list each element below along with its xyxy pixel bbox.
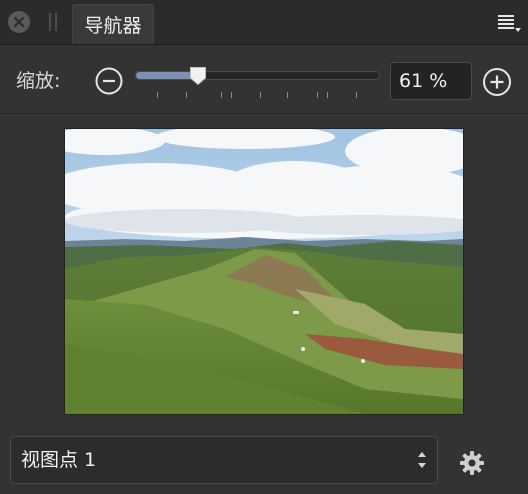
zoom-slider-thumb[interactable]	[189, 66, 207, 86]
slider-tick	[317, 92, 318, 98]
navigator-panel: 导航器 缩放: 61 % 视图点 1	[0, 0, 528, 494]
slider-tick	[287, 92, 288, 98]
zoom-in-icon	[483, 68, 511, 96]
zoom-value-field[interactable]: 61 %	[390, 62, 472, 100]
panel-title-bar: 导航器	[0, 0, 528, 45]
up-down-arrows-icon	[418, 452, 426, 468]
viewpoint-settings-button[interactable]	[459, 450, 485, 476]
tab-navigator[interactable]: 导航器	[72, 4, 154, 44]
zoom-out-button[interactable]	[95, 67, 123, 95]
slider-tick	[260, 92, 261, 98]
slider-tick	[327, 92, 328, 98]
document-thumbnail[interactable]	[65, 129, 463, 414]
menu-icon	[498, 15, 521, 32]
panel-menu-button[interactable]	[498, 12, 522, 34]
slider-tick	[157, 92, 158, 98]
zoom-label: 缩放:	[16, 70, 61, 92]
grip-icon[interactable]	[49, 13, 57, 31]
close-icon	[13, 16, 25, 28]
viewpoint-select[interactable]: 视图点 1	[10, 436, 438, 484]
zoom-slider[interactable]	[135, 62, 380, 104]
tab-navigator-label: 导航器	[84, 15, 142, 37]
slider-tick	[231, 92, 232, 98]
gear-icon	[460, 451, 484, 475]
slider-tick	[356, 92, 357, 98]
zoom-out-icon	[95, 67, 123, 95]
close-button[interactable]	[8, 11, 30, 33]
zoom-in-button[interactable]	[482, 67, 512, 97]
viewpoint-select-value: 视图点 1	[21, 449, 97, 471]
slider-tick	[186, 92, 187, 98]
divider	[0, 113, 528, 114]
slider-tick	[221, 92, 222, 98]
